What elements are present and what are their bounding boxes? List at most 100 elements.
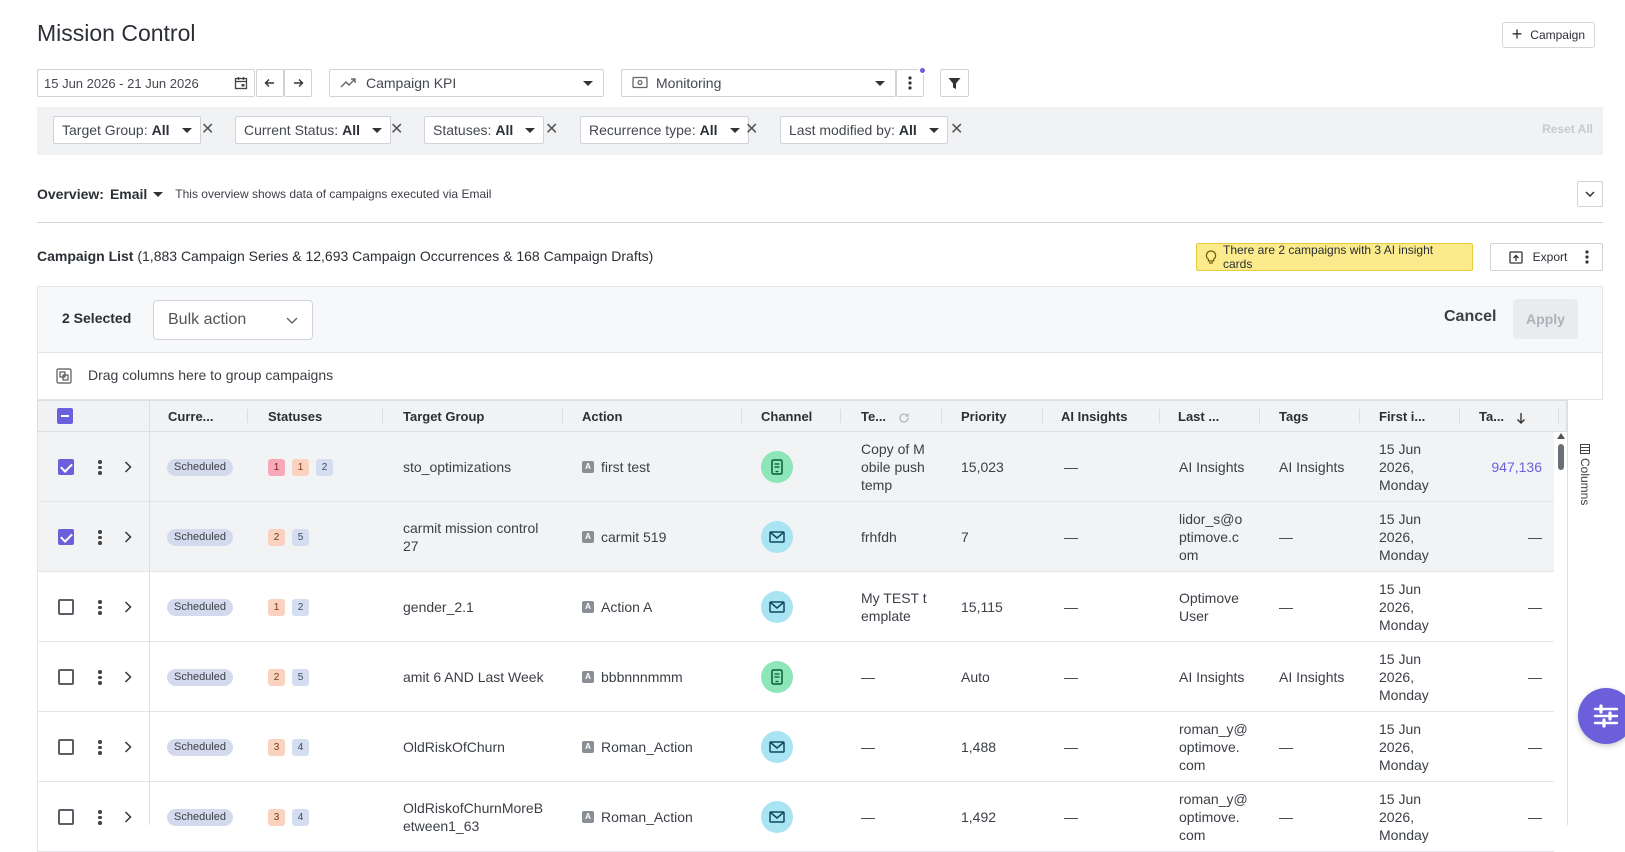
cancel-button[interactable]: Cancel: [1444, 308, 1496, 326]
columns-panel-label: Columns: [1578, 458, 1592, 506]
filter-last-modified-by[interactable]: Last modified by: All: [780, 116, 948, 144]
last-modified-cell: AI Insights: [1179, 458, 1269, 476]
cell-line: 2026,: [1379, 739, 1415, 755]
target-cell: —: [1528, 529, 1542, 545]
column-header-priority[interactable]: Priority: [961, 409, 1007, 424]
kpi-select[interactable]: Campaign KPI: [329, 69, 604, 97]
row-menu-icon[interactable]: [98, 670, 102, 687]
last-modified-cell: lidor_s@o ptimove.c om: [1179, 510, 1269, 564]
chevron-down-icon: [372, 127, 383, 133]
row-menu-icon[interactable]: [98, 810, 102, 827]
column-header-last-modified[interactable]: Last ...: [1178, 409, 1219, 424]
export-more-button[interactable]: [1572, 243, 1603, 271]
clear-filter-icon[interactable]: ✕: [545, 121, 558, 139]
clear-filter-icon[interactable]: ✕: [950, 121, 963, 139]
settings-fab-button[interactable]: [1578, 688, 1625, 744]
ai-insight-banner[interactable]: There are 2 campaigns with 3 AI insight …: [1196, 243, 1473, 271]
row-menu-icon[interactable]: [98, 460, 102, 477]
table-row[interactable]: Scheduled 2 5 carmit mission control 27 Acarm…: [37, 502, 1554, 572]
action-cell[interactable]: first test: [601, 458, 650, 476]
row-checkbox[interactable]: [58, 669, 74, 685]
refresh-icon[interactable]: [898, 412, 910, 424]
more-vertical-icon: [1585, 250, 1589, 264]
divider: [37, 222, 1603, 223]
expand-chevron-icon[interactable]: [124, 811, 132, 823]
email-channel-icon: [761, 731, 793, 763]
target-cell: —: [1528, 669, 1542, 685]
expand-chevron-icon[interactable]: [124, 531, 132, 543]
filter-target-group[interactable]: Target Group: All: [53, 116, 201, 144]
expand-chevron-icon[interactable]: [124, 601, 132, 613]
date-range-picker[interactable]: 15 Jun 2026 - 21 Jun 2026: [37, 69, 255, 97]
column-header-first-in[interactable]: First i...: [1379, 409, 1425, 424]
email-channel-icon: [761, 591, 793, 623]
expand-chevron-icon[interactable]: [124, 741, 132, 753]
overview-channel-select[interactable]: Email: [110, 186, 164, 202]
row-menu-icon[interactable]: [98, 740, 102, 757]
table-row[interactable]: Scheduled 1 1 2 sto_optimizations Afirst test…: [37, 432, 1554, 502]
apply-button[interactable]: Apply: [1513, 299, 1578, 339]
row-menu-icon[interactable]: [98, 530, 102, 547]
target-group-cell[interactable]: amit 6 AND Last Week: [403, 668, 553, 686]
row-checkbox[interactable]: [58, 459, 74, 475]
column-header-target-group[interactable]: Target Group: [403, 409, 484, 424]
action-cell[interactable]: carmit 519: [601, 528, 666, 546]
filter-recurrence-type[interactable]: Recurrence type: All: [580, 116, 749, 144]
action-cell[interactable]: Roman_Action: [601, 808, 693, 826]
row-checkbox[interactable]: [58, 809, 74, 825]
filter-statuses[interactable]: Statuses: All: [424, 116, 545, 144]
row-checkbox[interactable]: [58, 529, 74, 545]
column-header-current-status[interactable]: Curre...: [168, 409, 214, 424]
target-group-cell[interactable]: gender_2.1: [403, 598, 553, 616]
column-header-statuses[interactable]: Statuses: [268, 409, 322, 424]
add-campaign-button[interactable]: + Campaign: [1501, 22, 1595, 48]
column-header-tags[interactable]: Tags: [1279, 409, 1308, 424]
column-header-ai-insights[interactable]: AI Insights: [1061, 409, 1127, 424]
expand-chevron-icon[interactable]: [124, 461, 132, 473]
target-cell[interactable]: 947,136: [1491, 458, 1542, 476]
table-row[interactable]: Scheduled 3 4 OldRiskofChurnMoreB etween1_63…: [37, 782, 1554, 852]
table-row[interactable]: Scheduled 3 4 OldRiskOfChurn A Roman_Action — 1…: [37, 712, 1554, 782]
row-checkbox[interactable]: [58, 739, 74, 755]
calendar-icon: [234, 76, 248, 90]
date-prev-button[interactable]: [256, 69, 284, 97]
view-select[interactable]: Monitoring: [621, 69, 896, 97]
cell-line: Monday: [1379, 477, 1429, 493]
clear-filter-icon[interactable]: ✕: [745, 121, 758, 139]
cell-line: AI Insights: [1179, 669, 1245, 685]
target-group-cell[interactable]: OldRiskofChurnMoreB etween1_63: [403, 799, 553, 835]
target-group-cell[interactable]: carmit mission control 27: [403, 519, 553, 555]
overview-collapse-button[interactable]: [1577, 181, 1603, 207]
table-row[interactable]: Scheduled 2 5 amit 6 AND Last Week Abbbnnnmm…: [37, 642, 1554, 712]
action-cell[interactable]: Action A: [601, 598, 652, 616]
action-cell[interactable]: bbbnnnmmm: [601, 668, 683, 686]
row-checkbox[interactable]: [58, 599, 74, 615]
column-header-target[interactable]: Ta...: [1479, 409, 1526, 424]
clear-filter-icon[interactable]: ✕: [390, 121, 403, 139]
date-next-button[interactable]: [284, 69, 312, 97]
target-group-cell[interactable]: sto_optimizations: [403, 458, 553, 476]
filter-button[interactable]: [940, 69, 969, 97]
target-group-cell[interactable]: OldRiskOfChurn: [403, 738, 553, 756]
column-header-channel[interactable]: Channel: [761, 409, 812, 424]
status-counts: 25: [268, 529, 348, 546]
table-row[interactable]: Scheduled 1 2 gender_2.1 A Action A My TEST t e…: [37, 572, 1554, 642]
reset-all-button[interactable]: Reset All: [1542, 122, 1593, 136]
filter-current-status[interactable]: Current Status: All: [235, 116, 392, 144]
cell-line: Monday: [1379, 757, 1429, 773]
action-cell[interactable]: Roman_Action: [601, 738, 693, 756]
select-all-checkbox[interactable]: [57, 408, 73, 424]
status-badge: Scheduled: [167, 669, 233, 686]
sort-desc-icon[interactable]: [1516, 412, 1526, 424]
column-header-action[interactable]: Action: [582, 409, 622, 424]
row-menu-icon[interactable]: [98, 600, 102, 617]
column-header-template[interactable]: Te...: [861, 409, 910, 424]
clear-filter-icon[interactable]: ✕: [201, 121, 214, 139]
table-scrollbar[interactable]: [1556, 432, 1566, 825]
first-in-cell: 15 Jun 2026, Monday: [1379, 440, 1469, 494]
tags-cell: —: [1279, 739, 1293, 755]
bulk-action-select[interactable]: Bulk action: [153, 300, 313, 340]
column-header-target-label: Ta...: [1479, 409, 1505, 424]
cell-line: com: [1179, 827, 1206, 843]
expand-chevron-icon[interactable]: [124, 671, 132, 683]
